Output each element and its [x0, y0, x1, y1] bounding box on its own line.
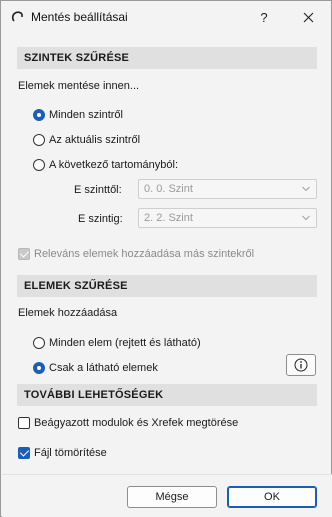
radio-level-range[interactable]: [33, 159, 45, 171]
info-icon: [294, 358, 308, 372]
break-modules-checkbox[interactable]: [18, 417, 30, 429]
to-level-label: E szintig:: [78, 213, 123, 225]
elements-filter-header: ELEMEK SZŰRÉSE: [17, 275, 317, 297]
radio-all-levels-label[interactable]: Minden szintről: [49, 109, 123, 121]
relevant-elements-label: Releváns elemek hozzáadása más szintekrő…: [34, 248, 255, 260]
chevron-down-icon: [302, 186, 310, 192]
to-level-value: 2. 2. Szint: [144, 212, 193, 224]
cancel-button[interactable]: Mégse: [127, 486, 217, 508]
close-icon: [303, 12, 313, 22]
more-options-header: TOVÁBBI LEHETŐSÉGEK: [17, 384, 317, 406]
add-elements-label: Elemek hozzáadása: [18, 307, 118, 319]
info-button[interactable]: [286, 354, 316, 376]
radio-all-elements[interactable]: [33, 337, 45, 349]
radio-visible-elements[interactable]: [33, 362, 45, 374]
radio-current-level-label[interactable]: Az aktuális szintről: [49, 134, 140, 146]
ok-button[interactable]: OK: [227, 486, 317, 508]
to-level-select[interactable]: 2. 2. Szint: [138, 208, 317, 228]
from-level-value: 0. 0. Szint: [144, 183, 193, 195]
radio-level-range-label[interactable]: A következő tartományból:: [49, 159, 178, 171]
radio-visible-elements-label[interactable]: Csak a látható elemek: [49, 362, 158, 374]
chevron-down-icon: [302, 215, 310, 221]
from-level-label: E szinttől:: [74, 184, 122, 196]
compress-file-checkbox[interactable]: [18, 447, 30, 459]
radio-all-levels[interactable]: [33, 109, 45, 121]
save-settings-dialog: Mentés beállításai ? SZINTEK SZŰRÉSE Ele…: [0, 0, 332, 517]
relevant-elements-checkbox[interactable]: [18, 248, 30, 260]
compress-file-label[interactable]: Fájl tömörítése: [34, 447, 107, 459]
help-button[interactable]: ?: [251, 5, 277, 29]
levels-filter-header: SZINTEK SZŰRÉSE: [17, 47, 317, 69]
radio-current-level[interactable]: [33, 134, 45, 146]
title-bar: Mentés beállításai ?: [1, 1, 331, 33]
app-icon: [11, 11, 23, 22]
from-level-select[interactable]: 0. 0. Szint: [138, 179, 317, 199]
break-modules-label[interactable]: Beágyazott modulok és Xrefek megtörése: [34, 417, 238, 429]
window-title: Mentés beállításai: [31, 10, 128, 24]
close-button[interactable]: [295, 5, 321, 29]
radio-all-elements-label[interactable]: Minden elem (rejtett és látható): [49, 337, 201, 349]
save-from-label: Elemek mentése innen...: [18, 80, 140, 92]
